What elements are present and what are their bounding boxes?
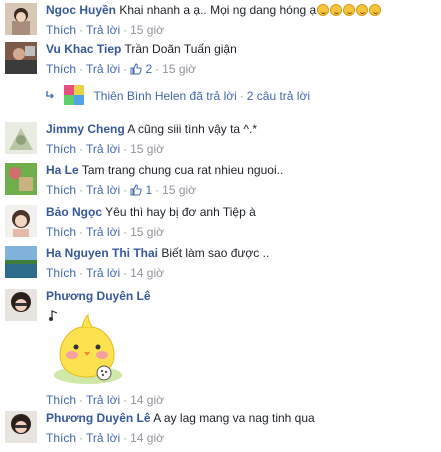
replier-name[interactable]: Thiên Bình Helen: [93, 89, 186, 103]
timestamp[interactable]: 15 giờ: [130, 142, 164, 156]
comment-text: Trần Doãn Tuấn giận: [124, 42, 237, 56]
avatar[interactable]: [5, 205, 37, 237]
timestamp[interactable]: 15 giờ: [130, 225, 164, 239]
comment-text: Khai nhanh a ạ.. Mọi ng dang hóng ạ: [119, 3, 317, 17]
avatar[interactable]: [5, 411, 37, 443]
chick-sticker[interactable]: [46, 307, 126, 387]
smiley-face-icon: [317, 4, 330, 16]
like-link[interactable]: Thích: [46, 393, 76, 407]
comment-text: A cũng siii tình vậy ta ^.*: [127, 122, 258, 136]
avatar[interactable]: [5, 246, 37, 278]
timestamp[interactable]: 15 giờ: [162, 183, 196, 197]
like-link[interactable]: Thích: [46, 266, 76, 280]
smiley-face-icon: [343, 4, 356, 16]
avatar[interactable]: [5, 289, 37, 321]
avatar[interactable]: [5, 42, 37, 74]
comment-author[interactable]: Phương Duyên Lê: [46, 289, 151, 303]
sticker-container: [46, 307, 437, 387]
comment-author[interactable]: Phương Duyên Lê: [46, 411, 151, 425]
thumbs-up-icon: [130, 184, 142, 200]
like-link[interactable]: Thích: [46, 142, 76, 156]
smiley-face-icon: [369, 4, 382, 16]
reply-link[interactable]: Trả lời: [86, 393, 120, 407]
timestamp[interactable]: 14 giờ: [130, 266, 164, 280]
like-link[interactable]: Thích: [46, 183, 76, 197]
like-link[interactable]: Thích: [46, 23, 76, 37]
reply-summary[interactable]: Thiên Bình Helen đã trả lời · 2 câu trả lờ…: [45, 85, 310, 105]
timestamp[interactable]: 14 giờ: [130, 393, 164, 407]
comment-author[interactable]: Ha Le: [46, 163, 79, 177]
comment-text: A ay lag mang va nag tinh qua: [153, 411, 315, 425]
replier-avatar[interactable]: [64, 85, 85, 105]
avatar[interactable]: [5, 3, 37, 35]
comment-author[interactable]: Vu Khac Tiep: [46, 42, 121, 56]
timestamp[interactable]: 15 giờ: [130, 23, 164, 37]
comment-author[interactable]: Jimmy Cheng: [46, 122, 125, 136]
like-link[interactable]: Thích: [46, 431, 76, 445]
timestamp[interactable]: 14 giờ: [130, 431, 164, 445]
timestamp[interactable]: 15 giờ: [162, 62, 196, 76]
smiley-face-icon: [356, 4, 369, 16]
smiley-face-icon: [330, 4, 343, 16]
comment-text: Tam trang chung cua rat nhieu nguoi..: [81, 163, 284, 177]
comment-author[interactable]: Ngoc Huyền: [46, 3, 116, 17]
like-link[interactable]: Thích: [46, 62, 76, 76]
reply-link[interactable]: Trả lời: [86, 23, 120, 37]
comment-author[interactable]: Bảo Ngọc: [46, 205, 102, 219]
comment-text: Biết làm sao được ..: [161, 246, 270, 260]
reply-link[interactable]: Trả lời: [86, 266, 120, 280]
thumbs-up-icon: [130, 63, 142, 79]
reply-link[interactable]: Trả lời: [86, 183, 120, 197]
comment-author[interactable]: Ha Nguyen Thi Thai: [46, 246, 158, 260]
reply-arrow-icon: [45, 89, 55, 103]
comment-text: Yêu thì hay bị đơ anh Tiệp à: [105, 205, 256, 219]
avatar[interactable]: [5, 163, 37, 195]
reply-link[interactable]: Trả lời: [86, 431, 120, 445]
reply-link[interactable]: Trả lời: [86, 62, 120, 76]
reply-text: đã trả lời: [189, 89, 237, 103]
like-link[interactable]: Thích: [46, 225, 76, 239]
reply-link[interactable]: Trả lời: [86, 142, 120, 156]
reply-count[interactable]: 2 câu trả lời: [247, 89, 310, 103]
avatar[interactable]: [5, 122, 37, 154]
reply-link[interactable]: Trả lời: [86, 225, 120, 239]
